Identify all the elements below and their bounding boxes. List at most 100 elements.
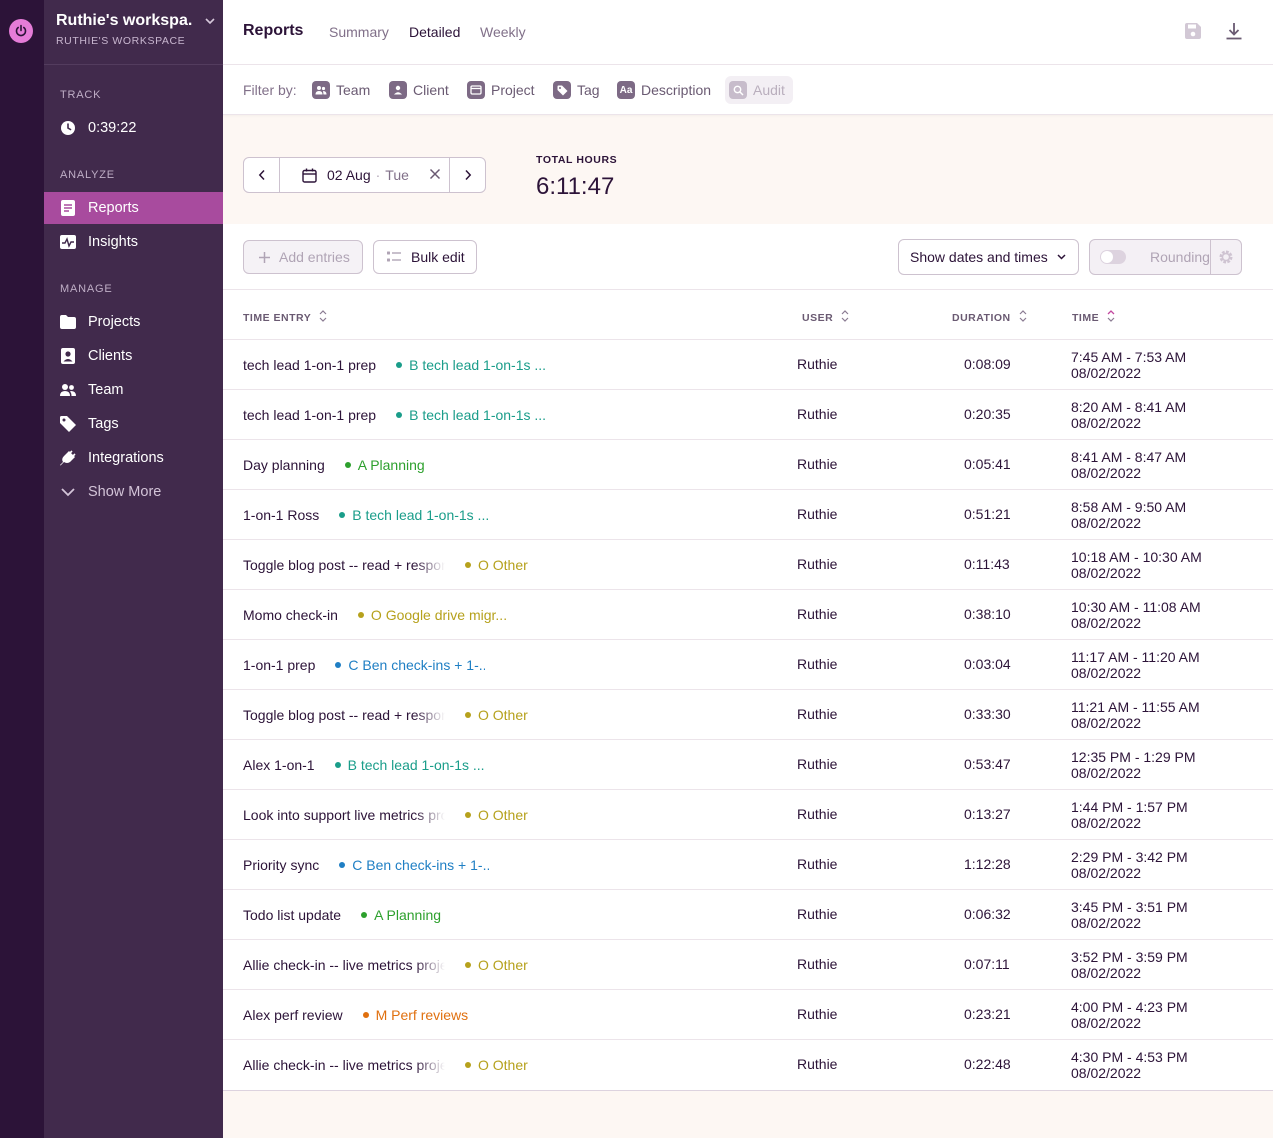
- entry-description[interactable]: Priority sync: [243, 857, 319, 873]
- entry-project[interactable]: O Other: [465, 957, 528, 973]
- entry-description[interactable]: Toggle blog post -- read + respond: [243, 707, 445, 723]
- entry-project[interactable]: O Google drive migr...: [357, 607, 507, 623]
- entry-time[interactable]: 4:30 PM - 4:53 PM 08/02/2022: [1071, 1049, 1188, 1081]
- sidebar-item-integrations[interactable]: Integrations: [44, 442, 223, 474]
- entry-project[interactable]: A Planning: [361, 907, 441, 923]
- entry-time[interactable]: 3:45 PM - 3:51 PM 08/02/2022: [1071, 899, 1188, 931]
- entry-duration[interactable]: 0:13:27: [964, 806, 1011, 822]
- filter-team[interactable]: Team: [312, 78, 370, 102]
- timer-item[interactable]: 0:39:22: [44, 112, 223, 144]
- time-entry-cell[interactable]: Todo list update A Planning: [243, 890, 763, 940]
- entry-time[interactable]: 3:52 PM - 3:59 PM 08/02/2022: [1071, 949, 1188, 981]
- col-time-entry[interactable]: TIME ENTRY: [243, 309, 327, 326]
- table-row[interactable]: Alex 1-on-1 B tech lead 1-on-1s ... Ruthie…: [223, 740, 1273, 790]
- time-entry-cell[interactable]: tech lead 1-on-1 prep B tech lead 1-on-1s…: [243, 340, 763, 390]
- entry-description[interactable]: Toggle blog post -- read + respond: [243, 557, 445, 573]
- entry-project[interactable]: O Other: [465, 1057, 528, 1073]
- entry-duration[interactable]: 0:53:47: [964, 756, 1011, 772]
- entry-duration[interactable]: 0:06:32: [964, 906, 1011, 922]
- entry-duration[interactable]: 0:22:48: [964, 1056, 1011, 1072]
- entry-duration[interactable]: 1:12:28: [964, 856, 1011, 872]
- sidebar-item-insights[interactable]: Insights: [44, 226, 223, 258]
- time-entry-cell[interactable]: 1-on-1 Ross B tech lead 1-on-1s ...: [243, 490, 763, 540]
- time-entry-cell[interactable]: Momo check-in O Google drive migr...: [243, 590, 763, 640]
- sidebar-item-tags[interactable]: Tags: [44, 408, 223, 440]
- tab-weekly[interactable]: Weekly: [480, 24, 526, 40]
- sidebar-item-clients[interactable]: Clients: [44, 340, 223, 372]
- entry-duration[interactable]: 0:03:04: [964, 656, 1011, 672]
- entry-description[interactable]: Allie check-in -- live metrics project: [243, 957, 445, 973]
- entry-project[interactable]: O Other: [465, 807, 528, 823]
- time-entry-cell[interactable]: Alex perf review M Perf reviews: [243, 990, 763, 1040]
- col-duration[interactable]: DURATION: [952, 309, 1027, 326]
- entry-time[interactable]: 10:18 AM - 10:30 AM 08/02/2022: [1071, 549, 1202, 581]
- entry-description[interactable]: Day planning: [243, 457, 325, 473]
- table-row[interactable]: Allie check-in -- live metrics project O …: [223, 1040, 1273, 1090]
- time-entry-cell[interactable]: Priority sync C Ben check-ins + 1-...: [243, 840, 763, 890]
- entry-project[interactable]: O Other: [465, 707, 528, 723]
- entry-description[interactable]: 1-on-1 prep: [243, 657, 315, 673]
- filter-audit[interactable]: Audit: [725, 76, 793, 104]
- entry-project[interactable]: C Ben check-ins + 1-...: [339, 857, 489, 873]
- table-row[interactable]: Allie check-in -- live metrics project O …: [223, 940, 1273, 990]
- entry-description[interactable]: tech lead 1-on-1 prep: [243, 357, 376, 373]
- entry-time[interactable]: 8:20 AM - 8:41 AM 08/02/2022: [1071, 399, 1186, 431]
- entry-description[interactable]: Alex 1-on-1: [243, 757, 315, 773]
- entry-project[interactable]: C Ben check-ins + 1-...: [335, 657, 485, 673]
- table-row[interactable]: 1-on-1 Ross B tech lead 1-on-1s ... Ruthie…: [223, 490, 1273, 540]
- entry-time[interactable]: 10:30 AM - 11:08 AM 08/02/2022: [1071, 599, 1201, 631]
- entry-project[interactable]: B tech lead 1-on-1s ...: [339, 507, 489, 523]
- next-period-button[interactable]: [449, 158, 485, 192]
- entry-time[interactable]: 12:35 PM - 1:29 PM 08/02/2022: [1071, 749, 1196, 781]
- sidebar-item-team[interactable]: Team: [44, 374, 223, 406]
- download-icon[interactable]: [1225, 22, 1245, 42]
- table-row[interactable]: Toggle blog post -- read + respond O Othe…: [223, 540, 1273, 590]
- time-entry-cell[interactable]: Day planning A Planning: [243, 440, 763, 490]
- prev-period-button[interactable]: [244, 158, 280, 192]
- entry-time[interactable]: 8:58 AM - 9:50 AM 08/02/2022: [1071, 499, 1186, 531]
- tab-summary[interactable]: Summary: [329, 24, 389, 40]
- entry-description[interactable]: 1-on-1 Ross: [243, 507, 319, 523]
- time-entry-cell[interactable]: Alex 1-on-1 B tech lead 1-on-1s ...: [243, 740, 763, 790]
- workspace-switcher[interactable]: Ruthie's workspa... RUTHIE'S WORKSPACE: [56, 12, 216, 56]
- rounding-toggle[interactable]: Rounding: [1090, 240, 1211, 274]
- entry-duration[interactable]: 0:33:30: [964, 706, 1011, 722]
- entry-project[interactable]: B tech lead 1-on-1s ...: [334, 757, 485, 773]
- entry-time[interactable]: 11:17 AM - 11:20 AM 08/02/2022: [1071, 649, 1200, 681]
- entry-duration[interactable]: 0:11:43: [964, 556, 1010, 572]
- entry-duration[interactable]: 0:23:21: [964, 1006, 1011, 1022]
- time-entry-cell[interactable]: 1-on-1 prep C Ben check-ins + 1-...: [243, 640, 763, 690]
- entry-description[interactable]: Allie check-in -- live metrics project: [243, 1057, 445, 1073]
- entry-duration[interactable]: 0:07:11: [964, 956, 1010, 972]
- time-entry-cell[interactable]: tech lead 1-on-1 prep B tech lead 1-on-1s…: [243, 390, 763, 440]
- entry-duration[interactable]: 0:08:09: [964, 356, 1011, 372]
- rounding-settings-button[interactable]: [1211, 240, 1241, 274]
- entry-time[interactable]: 4:00 PM - 4:23 PM 08/02/2022: [1071, 999, 1188, 1031]
- entry-time[interactable]: 8:41 AM - 8:47 AM 08/02/2022: [1071, 449, 1186, 481]
- table-row[interactable]: 1-on-1 prep C Ben check-ins + 1-... Ruthie…: [223, 640, 1273, 690]
- entry-project[interactable]: M Perf reviews: [362, 1007, 468, 1023]
- time-entry-cell[interactable]: Toggle blog post -- read + respond O Othe…: [243, 690, 763, 740]
- time-entry-cell[interactable]: Look into support live metrics project O …: [243, 790, 763, 840]
- filter-client[interactable]: Client: [389, 78, 449, 102]
- entry-duration[interactable]: 0:51:21: [964, 506, 1011, 522]
- entry-duration[interactable]: 0:38:10: [964, 606, 1011, 622]
- power-icon[interactable]: [9, 19, 33, 43]
- entry-project[interactable]: B tech lead 1-on-1s ...: [396, 357, 546, 373]
- entry-description[interactable]: Alex perf review: [243, 1007, 343, 1023]
- sidebar-show-more[interactable]: Show More: [44, 476, 223, 508]
- add-entries-button[interactable]: Add entries: [243, 240, 363, 274]
- show-dates-select[interactable]: Show dates and times: [898, 239, 1079, 275]
- sidebar-item-reports[interactable]: Reports: [44, 192, 223, 224]
- time-entry-cell[interactable]: Toggle blog post -- read + respond O Othe…: [243, 540, 763, 590]
- table-row[interactable]: Alex perf review M Perf reviews Ruthie 0:23…: [223, 990, 1273, 1040]
- col-time[interactable]: TIME: [1072, 309, 1115, 326]
- entry-time[interactable]: 7:45 AM - 7:53 AM 08/02/2022: [1071, 349, 1186, 381]
- table-row[interactable]: tech lead 1-on-1 prep B tech lead 1-on-1s…: [223, 390, 1273, 440]
- entry-project[interactable]: B tech lead 1-on-1s ...: [396, 407, 546, 423]
- tab-detailed[interactable]: Detailed: [409, 24, 460, 40]
- save-icon[interactable]: [1184, 22, 1204, 42]
- entry-project[interactable]: O Other: [465, 557, 528, 573]
- date-display[interactable]: 02 Aug · Tue: [280, 158, 449, 192]
- sidebar-item-projects[interactable]: Projects: [44, 306, 223, 338]
